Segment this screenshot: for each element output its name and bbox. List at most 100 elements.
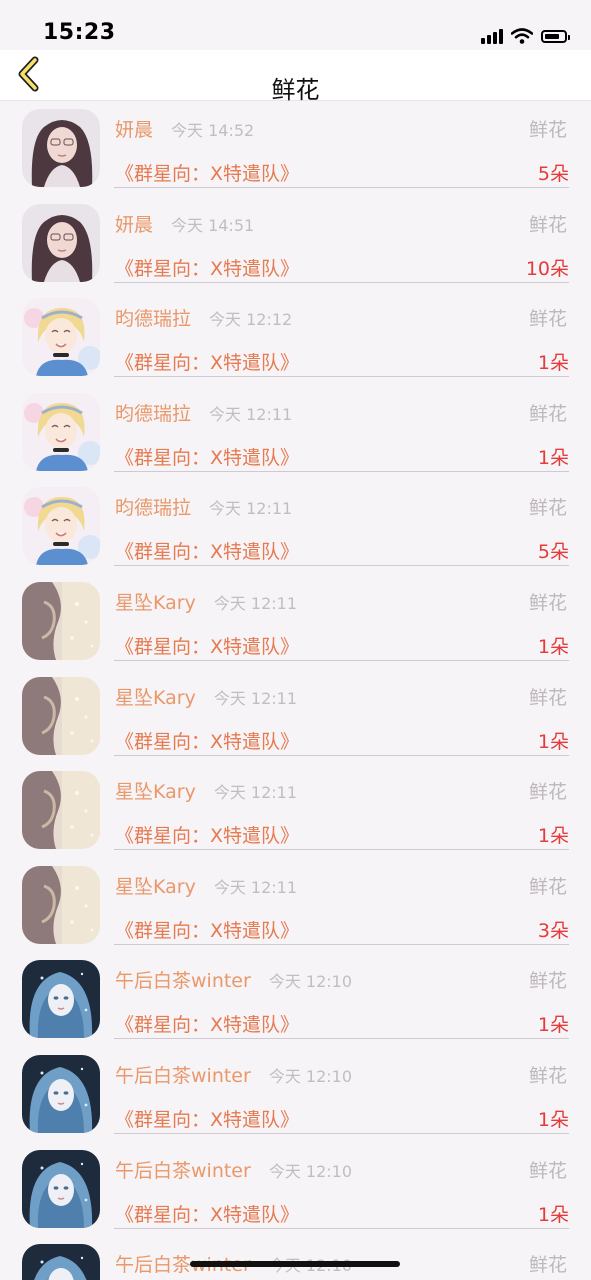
row-divider [114, 1132, 569, 1134]
sender-name-text: 昀德瑞拉 [115, 308, 192, 331]
row-divider [114, 659, 569, 661]
sender-name-text: 午后白茶winter [115, 970, 251, 993]
sender-name[interactable]: 星坠Kary 今天 12:11 [115, 777, 297, 804]
avatar[interactable] [22, 771, 100, 850]
avatar[interactable] [22, 487, 100, 566]
novel-title-link[interactable]: 《群星向：X特遣队》 [115, 1200, 299, 1227]
novel-title-link[interactable]: 《群星向：X特遣队》 [115, 348, 299, 375]
novel-title-link[interactable]: 《群星向：X特遣队》 [115, 159, 299, 186]
row-divider [114, 943, 569, 945]
flower-record-row[interactable]: 星坠Kary 今天 12:11 鲜花 《群星向：X特遣队》 1朵 [0, 669, 591, 764]
cellular-signal-icon [481, 28, 503, 44]
flower-count: 1朵 [537, 1203, 569, 1226]
avatar[interactable] [22, 109, 100, 187]
gift-type: 鲜花 [528, 213, 567, 236]
flower-record-row[interactable]: 妍晨 今天 14:52 鲜花《群星向：X特遣队》 5朵 [0, 101, 591, 196]
send-time: 今天 12:12 [209, 310, 293, 330]
sender-name[interactable]: 昀德瑞拉 今天 12:11 [115, 399, 292, 426]
battery-icon [541, 29, 570, 43]
sender-name-text: 妍晨 [115, 119, 154, 141]
row-divider [114, 376, 569, 378]
flower-count: 1朵 [537, 635, 569, 658]
send-time: 今天 12:11 [209, 499, 293, 519]
flower-record-row[interactable]: 昀德瑞拉 今天 12:12 鲜花《群星向：X特遣队》 1朵 [0, 290, 591, 385]
avatar[interactable] [22, 1149, 100, 1228]
flower-count: 5朵 [537, 163, 569, 185]
send-time: 今天 12:11 [213, 688, 298, 708]
novel-title-link[interactable]: 《群星向：X特遣队》 [115, 632, 299, 659]
sender-name[interactable]: 星坠Kary 今天 12:11 [115, 683, 297, 710]
sender-name[interactable]: 妍晨 今天 14:52 [115, 115, 254, 142]
flower-count: 1朵 [537, 352, 569, 375]
novel-title-link[interactable]: 《群星向：X特遣队》 [115, 1010, 299, 1037]
sender-name-text: 星坠Kary [115, 875, 196, 898]
gift-type: 鲜花 [528, 308, 567, 331]
flower-record-row[interactable]: 昀德瑞拉 今天 12:11 鲜花 《群星向：X特遣队》 5朵 [0, 479, 591, 574]
avatar[interactable] [22, 865, 100, 944]
sender-name[interactable]: 妍晨 今天 14:51 [115, 210, 254, 237]
flower-record-row[interactable]: 午后白茶winter 今天 12:10 鲜花 《群星向：X特遣队》 1朵 [0, 952, 591, 1047]
novel-title-link[interactable]: 《群星向：X特遣队》 [115, 1105, 299, 1132]
sender-name[interactable]: 星坠Kary 今天 12:11 [115, 872, 297, 899]
row-divider [114, 565, 569, 567]
sender-name-text: 昀德瑞拉 [115, 402, 192, 425]
gift-type: 鲜花 [528, 591, 567, 614]
sender-name[interactable]: 星坠Kary 今天 12:11 [115, 588, 297, 615]
flower-count: 1朵 [537, 825, 569, 848]
sender-name-text: 星坠Kary [115, 686, 196, 709]
gift-type: 鲜花 [528, 781, 567, 804]
flower-count: 3朵 [537, 919, 569, 942]
flower-count: 1朵 [537, 1014, 569, 1037]
row-divider [114, 1038, 569, 1040]
flower-record-row[interactable]: 星坠Kary 今天 12:11 鲜花《群星向：X特遣队》 1朵 [0, 574, 591, 669]
novel-title-link[interactable]: 《群星向：X特遣队》 [115, 443, 299, 470]
sender-name[interactable]: 昀德瑞拉 今天 12:11 [115, 493, 292, 520]
flower-record-row[interactable]: 星坠Kary 今天 12:11 鲜花《群星向：X特遣队》 1朵 [0, 763, 591, 858]
send-time: 今天 12:10 [268, 1066, 353, 1086]
send-time: 今天 12:11 [213, 783, 298, 803]
avatar[interactable] [22, 676, 100, 755]
avatar[interactable] [22, 298, 100, 377]
avatar[interactable] [22, 1244, 100, 1280]
send-time: 今天 14:52 [171, 121, 255, 140]
gift-type: 鲜花 [528, 1159, 567, 1182]
gift-type: 鲜花 [528, 119, 567, 141]
flower-record-row[interactable]: 星坠Kary 今天 12:11 鲜花《群星向：X特遣队》 3朵 [0, 858, 591, 953]
sender-name[interactable]: 午后白茶winter 今天 12:10 [115, 1156, 352, 1183]
gift-type: 鲜花 [528, 1254, 567, 1277]
home-indicator [190, 1261, 400, 1267]
gift-type: 鲜花 [528, 402, 567, 425]
sender-name[interactable]: 午后白茶winter 今天 12:10 [115, 1061, 352, 1088]
novel-title-link[interactable]: 《群星向：X特遣队》 [115, 916, 299, 943]
flower-count: 10朵 [525, 257, 569, 280]
flower-record-list[interactable]: 妍晨 今天 14:52 鲜花 《群星向：X特遣队》 5朵 妍晨 今天 14:51 鲜花 《群星向… [0, 101, 591, 1280]
flower-count: 1朵 [537, 1108, 569, 1131]
novel-title-link[interactable]: 《群星向：X特遣队》 [115, 254, 299, 281]
row-divider [114, 754, 569, 756]
novel-title-link[interactable]: 《群星向：X特遣队》 [115, 727, 299, 754]
flower-record-row[interactable]: 午后白茶winter 今天 12:10 鲜花《群星向：X特遣队》 1朵 [0, 1142, 591, 1237]
flower-record-row[interactable]: 午后白茶winter今天 12:10鲜花 [0, 1236, 591, 1280]
flower-count: 1朵 [537, 446, 569, 469]
novel-title-link[interactable]: 《群星向：X特遣队》 [115, 537, 299, 564]
send-time: 今天 12:11 [213, 877, 298, 897]
flower-record-row[interactable]: 午后白茶winter 今天 12:10 鲜花 《群星向：X特遣队》 1朵 [0, 1047, 591, 1142]
flower-record-row[interactable]: 妍晨 今天 14:51 鲜花《群星向：X特遣队》 10朵 [0, 196, 591, 291]
sender-name-text: 午后白茶winter [115, 1064, 251, 1087]
avatar[interactable] [22, 1054, 100, 1133]
gift-type: 鲜花 [528, 875, 567, 898]
flower-count: 5朵 [537, 541, 569, 564]
flower-record-row[interactable]: 昀德瑞拉 今天 12:11 鲜花《群星向：X特遣队》 1朵 [0, 385, 591, 480]
status-time: 15:23 [43, 20, 116, 45]
avatar[interactable] [22, 392, 100, 471]
novel-title-link[interactable]: 《群星向：X特遣队》 [115, 821, 299, 848]
row-divider [114, 470, 569, 472]
sender-name-text: 妍晨 [115, 213, 154, 236]
sender-name[interactable]: 昀德瑞拉 今天 12:12 [115, 304, 292, 331]
navigation-bar: 鲜花 [0, 50, 591, 104]
avatar[interactable] [22, 960, 100, 1039]
avatar[interactable] [22, 203, 100, 282]
avatar[interactable] [22, 581, 100, 660]
status-bar: 15:23 [0, 0, 591, 50]
sender-name[interactable]: 午后白茶winter 今天 12:10 [115, 966, 352, 993]
